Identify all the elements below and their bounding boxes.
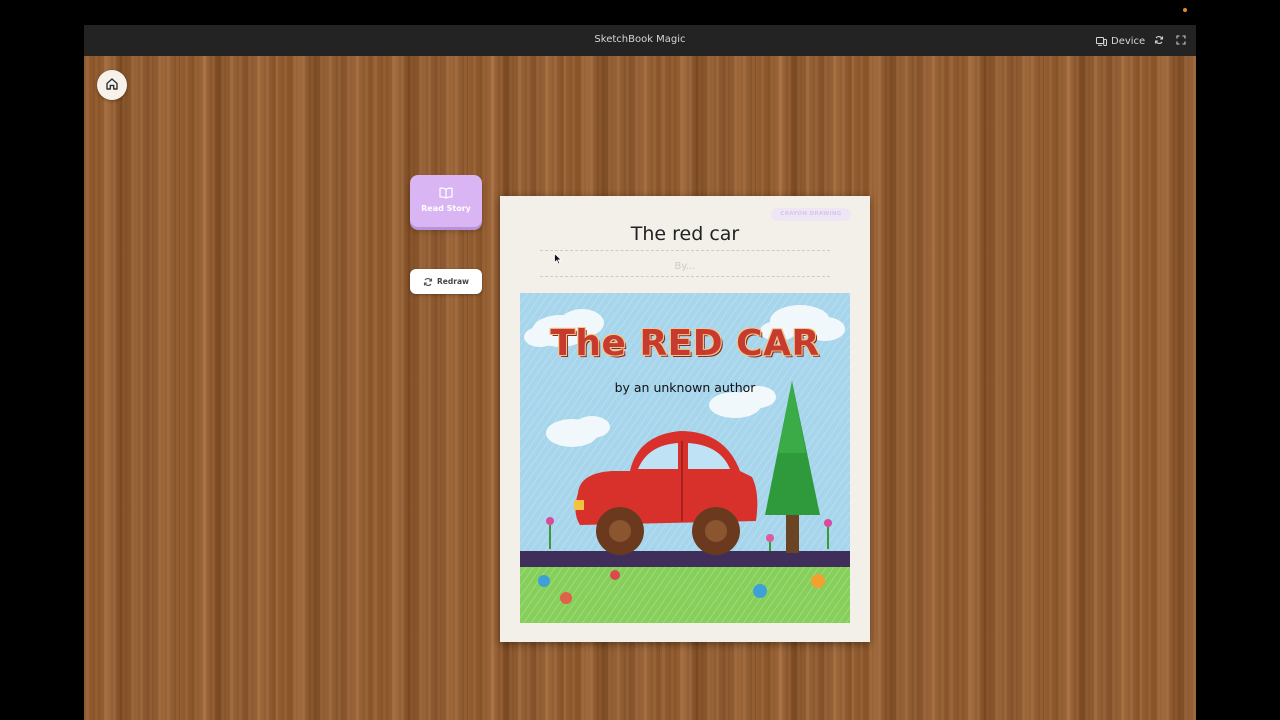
home-button[interactable] (97, 70, 127, 100)
status-indicator (1183, 8, 1187, 12)
device-icon (1096, 36, 1107, 46)
wood-background: Read Story Redraw CRAYON DRAWING The red… (84, 56, 1196, 720)
refresh-icon[interactable] (1154, 35, 1165, 46)
device-label: Device (1111, 35, 1146, 47)
story-title-field[interactable]: The red car (540, 223, 830, 245)
app-title: SketchBook Magic (594, 34, 686, 45)
mouse-cursor-icon (554, 250, 563, 269)
redraw-button[interactable]: Redraw (410, 269, 482, 294)
book-icon (439, 184, 453, 203)
fullscreen-icon[interactable] (1176, 35, 1187, 46)
redraw-label: Redraw (437, 277, 469, 286)
app-window: SketchBook Magic Device Read Story Redra… (84, 25, 1196, 720)
title-underline (540, 250, 830, 251)
style-badge: CRAYON DRAWING (771, 208, 851, 221)
cover-author: by an unknown author (614, 380, 756, 395)
cover-illustration: The RED CAR by an unknown author (520, 293, 850, 623)
device-button[interactable]: Device (1096, 33, 1145, 49)
author-underline (540, 276, 830, 277)
title-bar: SketchBook Magic Device (84, 25, 1196, 56)
read-story-label: Read Story (421, 204, 471, 213)
cover-title: The RED CAR (550, 323, 820, 364)
home-icon (105, 76, 119, 95)
author-field[interactable]: By... (540, 261, 830, 272)
read-story-button[interactable]: Read Story (410, 175, 482, 227)
redraw-icon (423, 272, 433, 291)
